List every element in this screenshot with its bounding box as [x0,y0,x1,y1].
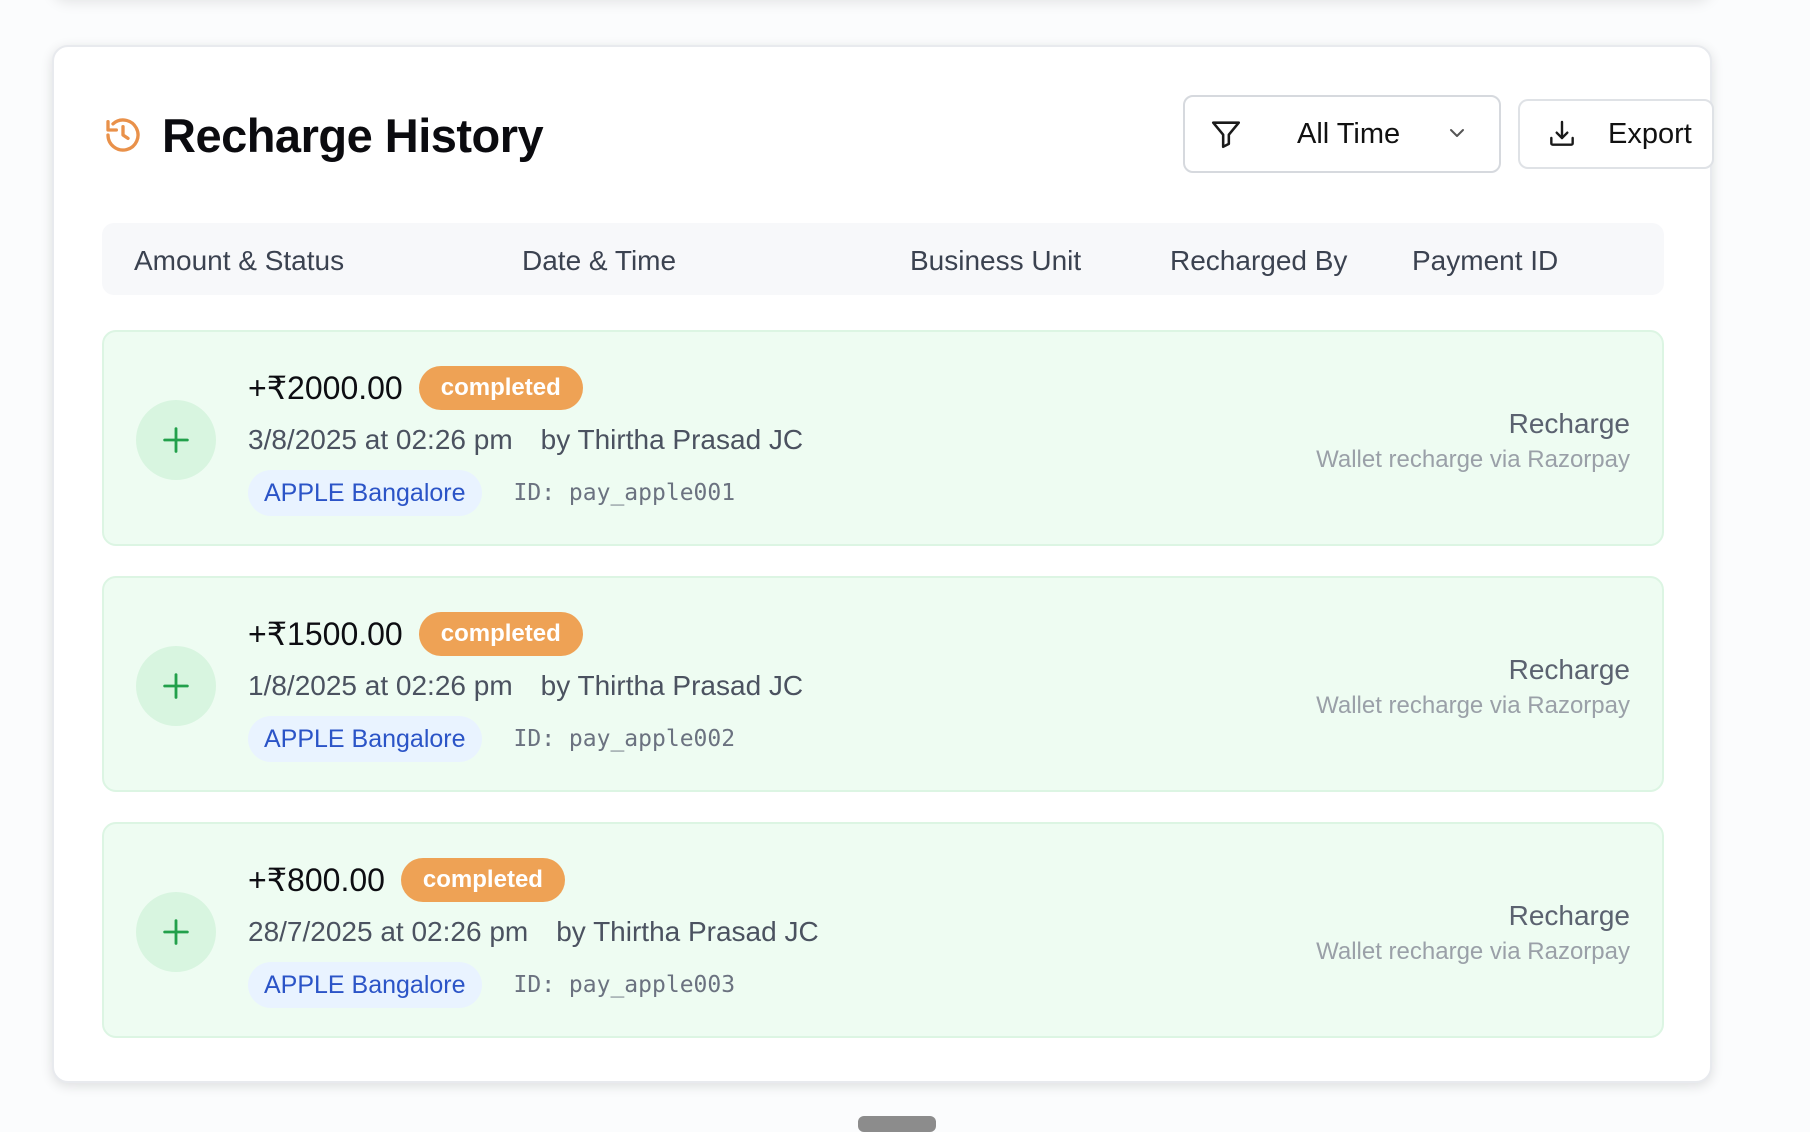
amount: +₹1500.00 [248,616,403,652]
table-header: Amount & Status Date & Time Business Uni… [102,223,1664,295]
amount: +₹2000.00 [248,370,403,406]
table-row[interactable]: +₹1500.00 completed 1/8/2025 at 02:26 pm… [102,576,1664,792]
scroll-handle[interactable] [858,1116,936,1132]
transaction-type: Recharge [1508,654,1630,685]
column-header-date-time: Date & Time [522,245,677,276]
transaction-description: Wallet recharge via Razorpay [1316,446,1630,473]
amount-status-group: +₹1500.00 completed [248,612,583,656]
transaction-type: Recharge [1508,408,1630,439]
column-header-recharged-by: Recharged By [1170,245,1348,276]
chevron-down-icon [1450,129,1464,137]
filter-icon [1211,121,1241,149]
date-time: 3/8/2025 at 02:26 pm [248,424,513,455]
unit-payment-group: APPLE Bangalore ID: pay_apple001 [248,470,735,516]
date-recharged-by: 1/8/2025 at 02:26 pm by Thirtha Prasad JC [248,670,803,702]
plus-icon [136,646,216,726]
unit-payment-group: APPLE Bangalore ID: pay_apple003 [248,962,735,1008]
history-icon [102,114,144,156]
transaction-description: Wallet recharge via Razorpay [1316,938,1630,965]
unit-payment-group: APPLE Bangalore ID: pay_apple002 [248,716,735,762]
export-button[interactable]: Export [1518,99,1714,169]
business-unit-badge: APPLE Bangalore [248,716,482,762]
date-recharged-by: 3/8/2025 at 02:26 pm by Thirtha Prasad JC [248,424,803,456]
transaction-type: Recharge [1508,900,1630,931]
column-header-amount-status: Amount & Status [134,245,345,276]
recharged-by: by Thirtha Prasad JC [556,916,819,947]
amount-status-group: +₹800.00 completed [248,858,565,902]
transaction-info: Recharge Wallet recharge via Razorpay [1316,900,1630,966]
download-icon [1550,120,1574,146]
column-header-payment-id: Payment ID [1412,245,1559,276]
amount: +₹800.00 [248,862,385,898]
transaction-info: Recharge Wallet recharge via Razorpay [1316,408,1630,474]
plus-icon [136,892,216,972]
recharged-by: by Thirtha Prasad JC [540,670,804,701]
panel-header: Recharge History All Time Export [102,95,1714,175]
status-badge: completed [418,612,583,656]
table-row[interactable]: +₹800.00 completed 28/7/2025 at 02:26 pm… [102,822,1664,1038]
date-time: 28/7/2025 at 02:26 pm [248,916,529,947]
payment-id: ID: pay_apple002 [513,726,736,752]
recharge-history-panel: Recharge History All Time Export Amount … [52,45,1714,1083]
time-filter-select[interactable]: All Time [1183,95,1501,173]
table-row[interactable]: +₹2000.00 completed 3/8/2025 at 02:26 pm… [102,330,1664,546]
date-time: 1/8/2025 at 02:26 pm [248,670,513,701]
transaction-info: Recharge Wallet recharge via Razorpay [1316,654,1630,720]
status-badge: completed [418,366,583,410]
recharged-by: by Thirtha Prasad JC [540,424,804,455]
status-badge: completed [400,858,565,902]
column-header-business-unit: Business Unit [910,245,1082,276]
title-group: Recharge History [102,95,544,175]
date-recharged-by: 28/7/2025 at 02:26 pm by Thirtha Prasad J… [248,916,819,948]
payment-id: ID: pay_apple001 [513,480,736,506]
amount-status-group: +₹2000.00 completed [248,366,583,410]
page-title: Recharge History [162,108,544,162]
export-label: Export [1608,117,1692,150]
transaction-description: Wallet recharge via Razorpay [1316,692,1630,719]
plus-icon [136,400,216,480]
time-filter-value: All Time [1297,117,1401,150]
business-unit-badge: APPLE Bangalore [248,470,482,516]
payment-id: ID: pay_apple003 [513,972,736,998]
business-unit-badge: APPLE Bangalore [248,962,482,1008]
